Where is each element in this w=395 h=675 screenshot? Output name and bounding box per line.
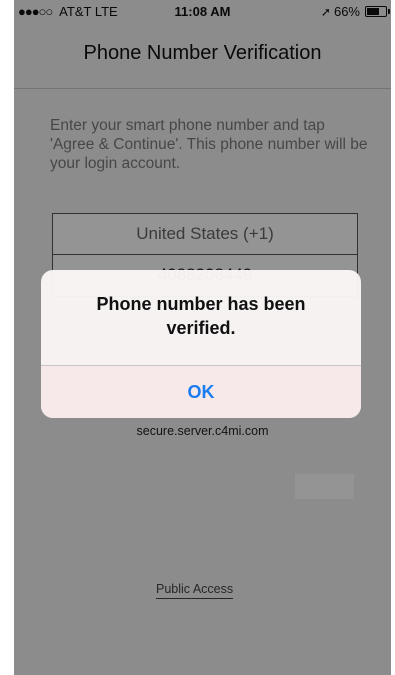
alert-message: Phone number has been verified. [96, 294, 306, 338]
ok-button[interactable]: OK [41, 366, 361, 418]
verification-alert: Phone number has been verified. OK [41, 270, 361, 418]
phone-screen: ●●●○○ AT&T LTE 11:08 AM ➚ 66% Phone Numb… [14, 0, 391, 675]
